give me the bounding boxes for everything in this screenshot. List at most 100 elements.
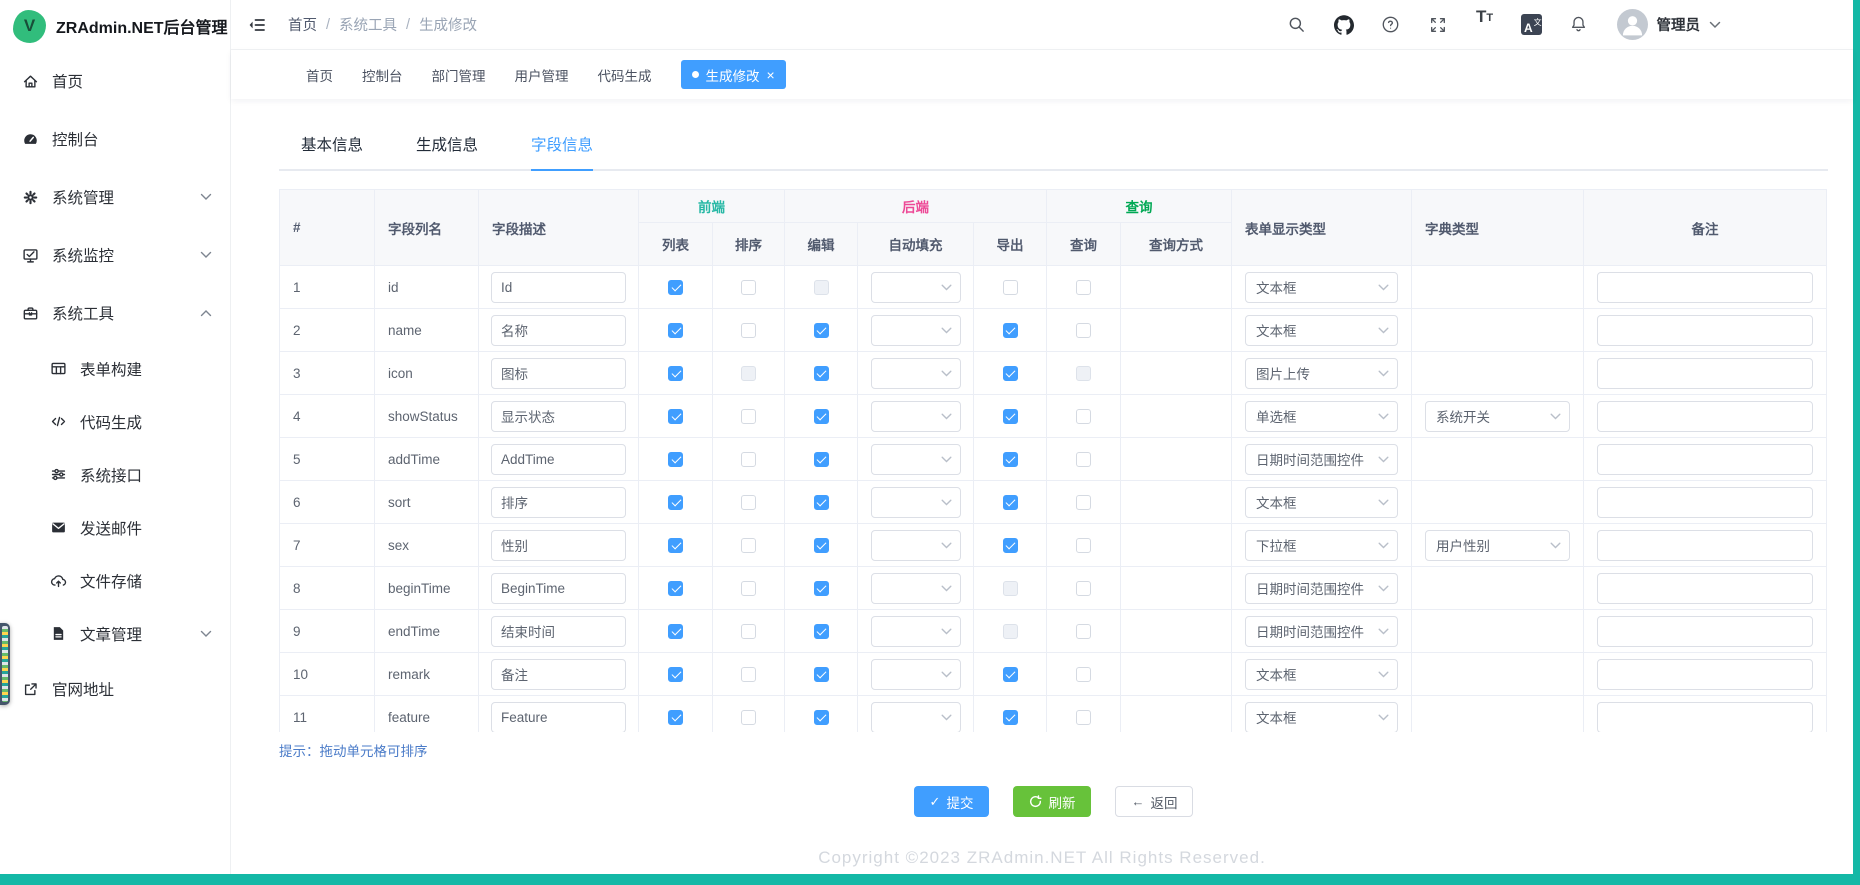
autofill-select[interactable] [871,702,961,733]
refresh-button[interactable]: 刷新 [1013,786,1091,817]
back-button[interactable]: ←返回 [1115,786,1193,817]
form-type-select[interactable]: 单选框 [1245,401,1398,432]
edit-checkbox[interactable] [814,538,829,553]
field-desc-input[interactable] [491,616,626,647]
form-type-select[interactable]: 日期时间范围控件 [1245,444,1398,475]
sort-checkbox[interactable] [741,323,756,338]
query-checkbox[interactable] [1076,495,1091,510]
sort-checkbox[interactable] [741,667,756,682]
export-checkbox[interactable] [1003,409,1018,424]
field-desc-input[interactable] [491,358,626,389]
edit-checkbox[interactable] [814,409,829,424]
form-type-select[interactable]: 下拉框 [1245,530,1398,561]
sidebar-item-official-site[interactable]: 官网地址 [0,660,230,718]
query-checkbox[interactable] [1076,710,1091,725]
field-desc-input[interactable] [491,272,626,303]
tab-tag[interactable]: 用户管理 [515,65,569,85]
sort-checkbox[interactable] [741,538,756,553]
form-type-select[interactable]: 日期时间范围控件 [1245,616,1398,647]
remark-input[interactable] [1597,530,1813,561]
tab-字段信息[interactable]: 字段信息 [531,133,593,171]
autofill-select[interactable] [871,272,961,303]
sort-checkbox[interactable] [741,581,756,596]
edit-checkbox[interactable] [814,581,829,596]
query-checkbox[interactable] [1076,538,1091,553]
autofill-select[interactable] [871,315,961,346]
export-checkbox[interactable] [1003,366,1018,381]
edit-checkbox[interactable] [814,366,829,381]
sidebar-item-system-manage[interactable]: 系统管理 [0,168,230,226]
bell-icon[interactable] [1562,8,1596,42]
submit-button[interactable]: ✓提交 [914,786,990,817]
sidebar-collapse-icon[interactable] [248,15,268,35]
fullscreen-icon[interactable] [1421,8,1455,42]
export-checkbox[interactable] [1003,710,1018,725]
export-checkbox[interactable] [1003,667,1018,682]
sidebar-item-system-monitor[interactable]: 系统监控 [0,226,230,284]
sort-checkbox[interactable] [741,280,756,295]
list-checkbox[interactable] [668,280,683,295]
tab-tag[interactable]: 首页 [306,65,333,85]
tab-基本信息[interactable]: 基本信息 [301,133,363,171]
language-icon[interactable]: A文 [1515,8,1549,42]
edit-checkbox[interactable] [814,452,829,467]
list-checkbox[interactable] [668,667,683,682]
remark-input[interactable] [1597,573,1813,604]
query-checkbox[interactable] [1076,624,1091,639]
sidebar-item-code-gen[interactable]: 代码生成 [0,395,230,448]
query-checkbox[interactable] [1076,667,1091,682]
field-desc-input[interactable] [491,659,626,690]
form-type-select[interactable]: 文本框 [1245,702,1398,733]
list-checkbox[interactable] [668,323,683,338]
query-checkbox[interactable] [1076,452,1091,467]
sidebar-item-system-api[interactable]: 系统接口 [0,448,230,501]
remark-input[interactable] [1597,702,1813,733]
tab-tag-active[interactable]: 生成修改× [681,60,786,89]
form-type-select[interactable]: 文本框 [1245,272,1398,303]
list-checkbox[interactable] [668,495,683,510]
autofill-select[interactable] [871,358,961,389]
remark-input[interactable] [1597,358,1813,389]
remark-input[interactable] [1597,272,1813,303]
list-checkbox[interactable] [668,452,683,467]
list-checkbox[interactable] [668,366,683,381]
autofill-select[interactable] [871,444,961,475]
export-checkbox[interactable] [1003,452,1018,467]
fields-table-container[interactable]: #字段列名字段描述前端后端查询表单显示类型字典类型备注列表排序编辑自动填充导出查… [279,189,1828,732]
dict-type-select[interactable]: 用户性别 [1425,530,1570,561]
sidebar-item-dashboard[interactable]: 控制台 [0,110,230,168]
list-checkbox[interactable] [668,581,683,596]
export-checkbox[interactable] [1003,538,1018,553]
export-checkbox[interactable] [1003,280,1018,295]
list-checkbox[interactable] [668,409,683,424]
sort-checkbox[interactable] [741,624,756,639]
sidebar-item-article-manage[interactable]: 文章管理 [0,607,230,660]
tab-tag[interactable]: 代码生成 [598,65,652,85]
form-type-select[interactable]: 文本框 [1245,487,1398,518]
dict-type-select[interactable]: 系统开关 [1425,401,1570,432]
edit-checkbox[interactable] [814,495,829,510]
autofill-select[interactable] [871,573,961,604]
sort-checkbox[interactable] [741,409,756,424]
autofill-select[interactable] [871,401,961,432]
mini-preview-widget[interactable] [0,623,10,705]
tab-tag[interactable]: 控制台 [362,65,403,85]
close-icon[interactable]: × [767,68,775,82]
form-type-select[interactable]: 文本框 [1245,659,1398,690]
edit-checkbox[interactable] [814,323,829,338]
field-desc-input[interactable] [491,530,626,561]
remark-input[interactable] [1597,659,1813,690]
sidebar-item-file-storage[interactable]: 文件存储 [0,554,230,607]
query-checkbox[interactable] [1076,409,1091,424]
field-desc-input[interactable] [491,573,626,604]
sort-checkbox[interactable] [741,452,756,467]
sort-checkbox[interactable] [741,495,756,510]
tab-生成信息[interactable]: 生成信息 [416,133,478,171]
field-desc-input[interactable] [491,401,626,432]
sidebar-item-system-tools[interactable]: 系统工具 [0,284,230,342]
github-icon[interactable] [1327,8,1361,42]
field-desc-input[interactable] [491,315,626,346]
edit-checkbox[interactable] [814,624,829,639]
autofill-select[interactable] [871,659,961,690]
field-desc-input[interactable] [491,702,626,733]
